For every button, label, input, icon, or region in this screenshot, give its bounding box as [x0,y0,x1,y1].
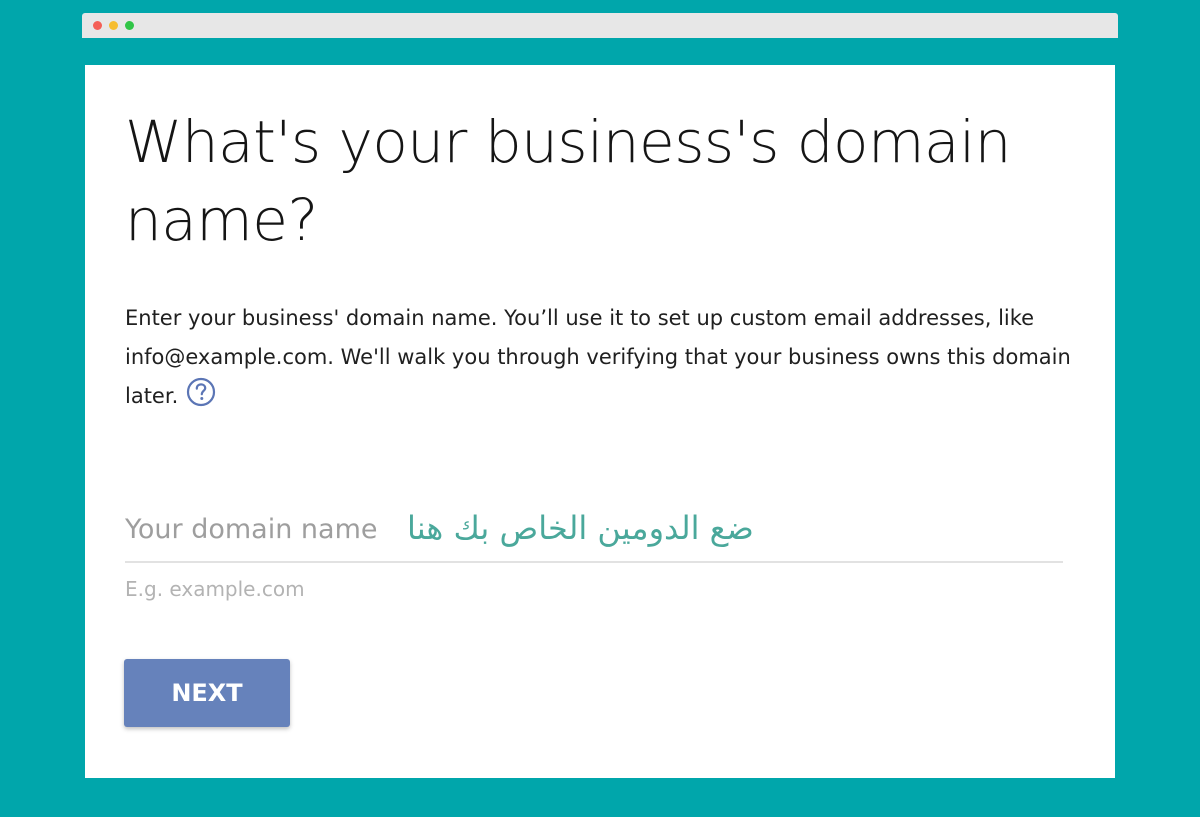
domain-name-field: Your domain name ضع الدومين الخاص بك هنا [125,505,1063,563]
question-circle-icon[interactable] [186,377,216,407]
page-description: Enter your business' domain name. You’ll… [125,299,1085,416]
description-text: Enter your business' domain name. You’ll… [125,306,1071,408]
browser-title-bar [82,13,1118,38]
domain-name-helper: E.g. example.com [125,577,305,601]
next-button[interactable]: NEXT [124,659,290,727]
maximize-window-dot[interactable] [125,21,134,30]
domain-name-input[interactable] [125,513,1063,553]
domain-setup-card: What's your business's domain name? Ente… [85,65,1115,778]
close-window-dot[interactable] [93,21,102,30]
page-title: What's your business's domain name? [125,108,1011,254]
minimize-window-dot[interactable] [109,21,118,30]
